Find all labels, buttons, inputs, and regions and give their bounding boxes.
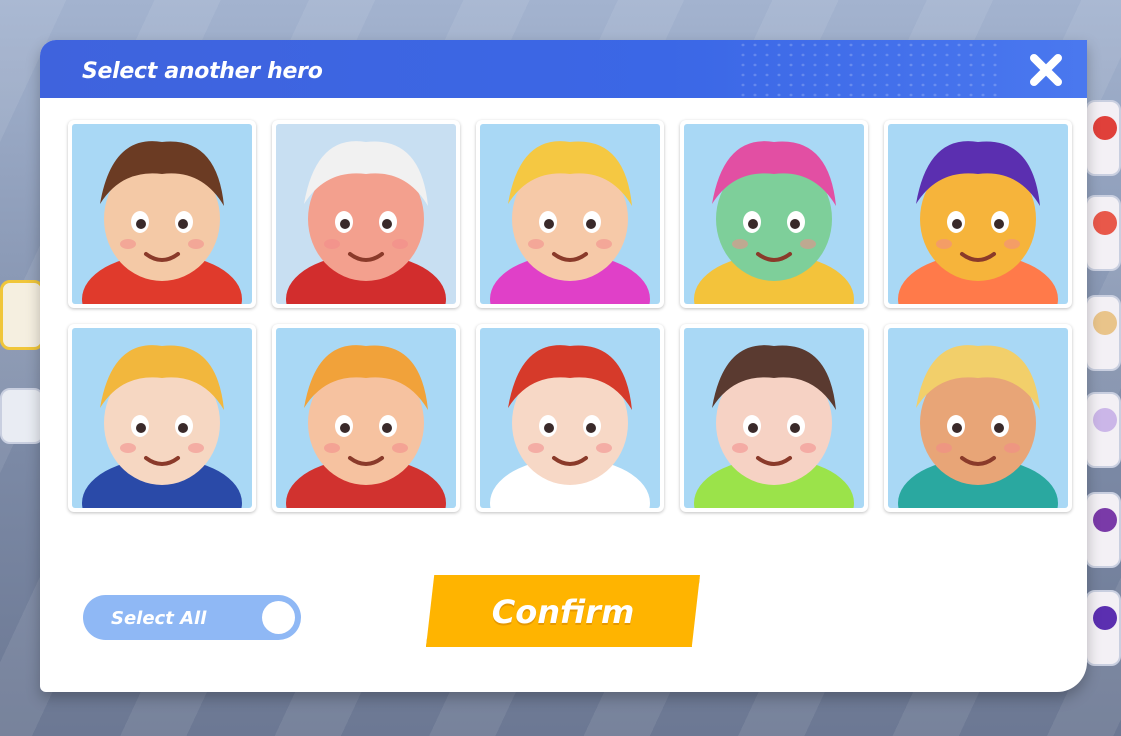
hero-card[interactable] bbox=[68, 120, 256, 308]
hero-card[interactable] bbox=[680, 324, 868, 512]
background-hero-card bbox=[1085, 590, 1121, 666]
hero-card[interactable] bbox=[272, 324, 460, 512]
hero-portrait bbox=[684, 328, 864, 508]
hero-card[interactable] bbox=[476, 120, 664, 308]
confirm-label: Confirm bbox=[491, 593, 635, 631]
close-icon bbox=[1030, 54, 1062, 86]
background-hero-card bbox=[1085, 195, 1121, 271]
select-hero-dialog: Select another hero Select All Confirm bbox=[40, 40, 1087, 692]
header-pattern bbox=[737, 40, 997, 98]
hero-portrait bbox=[276, 328, 456, 508]
confirm-button[interactable]: Confirm bbox=[426, 575, 700, 647]
hero-card[interactable] bbox=[272, 120, 460, 308]
hero-portrait bbox=[888, 124, 1068, 304]
select-all-toggle[interactable]: Select All bbox=[83, 595, 301, 640]
background-hero-card bbox=[1085, 295, 1121, 371]
hero-portrait bbox=[72, 124, 252, 304]
hero-card[interactable] bbox=[680, 120, 868, 308]
hero-card[interactable] bbox=[68, 324, 256, 512]
hero-card[interactable] bbox=[476, 324, 664, 512]
dialog-header: Select another hero bbox=[40, 40, 1087, 98]
hero-portrait bbox=[276, 124, 456, 304]
hero-card[interactable] bbox=[884, 120, 1072, 308]
background-hero-card bbox=[0, 280, 44, 350]
background-hero-card bbox=[1085, 392, 1121, 468]
toggle-knob bbox=[262, 601, 295, 634]
hero-portrait bbox=[480, 124, 660, 304]
hero-card[interactable] bbox=[884, 324, 1072, 512]
select-all-label: Select All bbox=[111, 608, 207, 629]
hero-portrait bbox=[480, 328, 660, 508]
hero-portrait bbox=[888, 328, 1068, 508]
hero-portrait bbox=[684, 124, 864, 304]
background-hero-card bbox=[1085, 100, 1121, 176]
background-hero-card bbox=[0, 388, 44, 444]
hero-portrait bbox=[72, 328, 252, 508]
background-hero-card bbox=[1085, 492, 1121, 568]
dialog-title: Select another hero bbox=[82, 59, 323, 84]
hero-grid bbox=[68, 120, 1072, 512]
close-button[interactable] bbox=[1024, 50, 1068, 90]
